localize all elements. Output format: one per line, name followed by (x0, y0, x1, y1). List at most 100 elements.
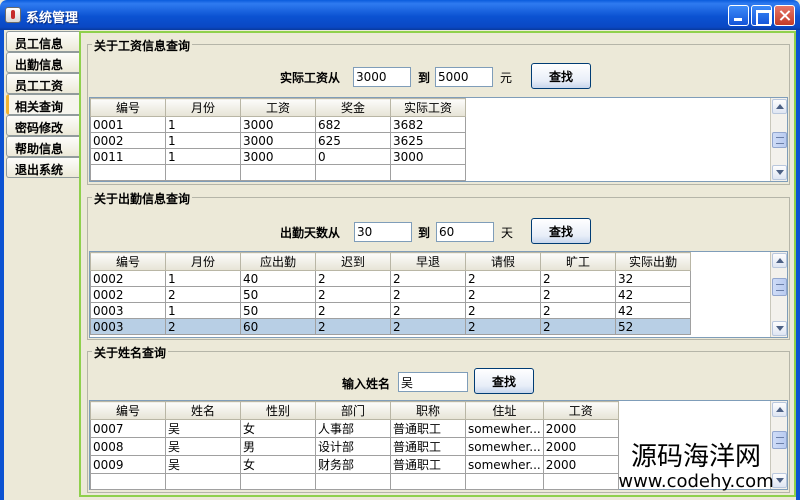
tab-employee-info[interactable]: 员工信息 (6, 31, 80, 52)
name-col-name[interactable]: 姓名 (165, 401, 241, 420)
watermark-url: www.codehy.com (618, 471, 774, 492)
name-input-label: 输入姓名 (342, 377, 391, 391)
table-row[interactable]: 0001 1 3000 682 3682 (90, 116, 466, 133)
salary-from-input[interactable] (353, 67, 411, 87)
table-cell: 0008 (90, 437, 166, 456)
attendance-col-id[interactable]: 编号 (90, 252, 166, 271)
table-row-selected[interactable]: 0003 2 60 2 2 2 2 52 (90, 318, 691, 335)
name-input[interactable] (398, 372, 468, 392)
table-cell: 2 (390, 302, 466, 319)
table-row[interactable]: 0002 1 40 2 2 2 2 32 (90, 270, 691, 287)
table-cell: 2 (390, 286, 466, 303)
close-button[interactable] (774, 5, 795, 26)
name-col-salary[interactable]: 工资 (542, 401, 619, 420)
window-title: 系统管理 (26, 11, 79, 26)
salary-table[interactable]: 编号 月份 工资 奖金 实际工资 0001 1 3000 682 3682 00… (89, 97, 788, 182)
window-frame-left (0, 30, 4, 500)
table-row[interactable]: 0002 2 50 2 2 2 2 42 (90, 286, 691, 303)
table-cell: 2 (390, 318, 466, 335)
table-cell: 2 (465, 270, 541, 287)
scroll-down-icon[interactable] (772, 165, 787, 180)
table-row[interactable] (90, 164, 466, 181)
attendance-section-title: 关于出勤信息查询 (92, 190, 193, 207)
table-cell: 1 (165, 148, 241, 165)
table-row[interactable] (90, 473, 619, 490)
table-row[interactable]: 0003 1 50 2 2 2 2 42 (90, 302, 691, 319)
salary-search-button[interactable]: 查找 (531, 63, 591, 89)
table-cell: 2 (540, 318, 616, 335)
attendance-col-early-leave[interactable]: 早退 (390, 252, 466, 271)
maximize-icon (752, 6, 771, 26)
attendance-search-button[interactable]: 查找 (531, 218, 591, 244)
query-panel: 关于工资信息查询 实际工资从 到 元 查找 编号 月份 工资 奖金 实际工资 (79, 31, 796, 497)
salary-col-bonus[interactable]: 奖金 (315, 98, 391, 117)
table-row[interactable]: 0009 吴 女 财务部 普通职工 somewher... 2000 (90, 455, 619, 474)
name-col-title[interactable]: 职称 (390, 401, 466, 420)
table-cell: somewher... (465, 455, 544, 474)
table-cell: 3000 (240, 116, 316, 133)
tab-related-query[interactable]: 相关查询 (6, 94, 80, 115)
attendance-table[interactable]: 编号 月份 应出勤 迟到 早退 请假 旷工 实际出勤 0002 1 40 2 2… (89, 251, 788, 338)
table-cell: 财务部 (315, 455, 391, 474)
name-col-department[interactable]: 部门 (315, 401, 391, 420)
tab-strip: 员工信息 出勤信息 员工工资 相关查询 密码修改 帮助信息 退出系统 (6, 31, 80, 178)
table-cell: 42 (615, 286, 691, 303)
minimize-button[interactable] (728, 5, 749, 26)
table-cell: 2 (465, 286, 541, 303)
table-cell: 2 (465, 302, 541, 319)
tab-password-change[interactable]: 密码修改 (6, 115, 80, 136)
table-cell: 吴 (165, 419, 241, 438)
table-cell: 2 (540, 286, 616, 303)
name-col-address[interactable]: 住址 (465, 401, 544, 420)
attendance-col-month[interactable]: 月份 (165, 252, 241, 271)
scroll-thumb[interactable] (772, 278, 787, 296)
salary-to-label: 到 (418, 71, 431, 85)
scroll-thumb[interactable] (772, 132, 787, 148)
salary-col-actual[interactable]: 实际工资 (390, 98, 466, 117)
attendance-col-leave[interactable]: 请假 (465, 252, 541, 271)
scroll-up-icon[interactable] (772, 402, 787, 417)
table-cell: 2 (540, 270, 616, 287)
table-row[interactable]: 0011 1 3000 0 3000 (90, 148, 466, 165)
attendance-to-input[interactable] (436, 222, 494, 242)
salary-table-scrollbar[interactable] (770, 98, 787, 181)
salary-col-id[interactable]: 编号 (90, 98, 166, 117)
maximize-button[interactable] (751, 5, 772, 26)
name-search-button[interactable]: 查找 (474, 368, 534, 394)
salary-col-salary[interactable]: 工资 (240, 98, 316, 117)
table-row[interactable]: 0007 吴 女 人事部 普通职工 somewher... 2000 (90, 419, 619, 438)
attendance-table-scrollbar[interactable] (770, 252, 787, 337)
table-cell: 0011 (90, 148, 166, 165)
scroll-up-icon[interactable] (772, 99, 787, 114)
attendance-unit-label: 天 (501, 226, 514, 240)
table-cell: 2 (165, 318, 241, 335)
table-cell: 42 (615, 302, 691, 319)
tab-attendance-info[interactable]: 出勤信息 (6, 52, 80, 73)
tab-help-info[interactable]: 帮助信息 (6, 136, 80, 157)
tab-employee-salary[interactable]: 员工工资 (6, 73, 80, 94)
salary-to-input[interactable] (435, 67, 493, 87)
attendance-col-actual[interactable]: 实际出勤 (615, 252, 691, 271)
table-cell: 普通职工 (390, 419, 466, 438)
attendance-col-absent[interactable]: 旷工 (540, 252, 616, 271)
table-cell: 52 (615, 318, 691, 335)
salary-col-month[interactable]: 月份 (165, 98, 241, 117)
table-cell: 2 (540, 302, 616, 319)
scroll-down-icon[interactable] (772, 321, 787, 336)
tab-exit-system[interactable]: 退出系统 (6, 157, 80, 178)
attendance-col-late[interactable]: 迟到 (315, 252, 391, 271)
table-cell: somewher... (465, 437, 544, 456)
title-bar[interactable]: 系统管理 (0, 0, 800, 30)
attendance-col-required[interactable]: 应出勤 (240, 252, 316, 271)
name-col-gender[interactable]: 性别 (240, 401, 316, 420)
attendance-to-label: 到 (418, 226, 431, 240)
attendance-from-input[interactable] (354, 222, 412, 242)
table-cell: 普通职工 (390, 455, 466, 474)
table-row[interactable]: 0008 吴 男 设计部 普通职工 somewher... 2000 (90, 437, 619, 456)
table-cell: 0009 (90, 455, 166, 474)
table-cell: 0003 (90, 302, 166, 319)
table-row[interactable]: 0002 1 3000 625 3625 (90, 132, 466, 149)
name-col-id[interactable]: 编号 (90, 401, 166, 420)
table-cell: 0002 (90, 132, 166, 149)
scroll-up-icon[interactable] (772, 253, 787, 268)
